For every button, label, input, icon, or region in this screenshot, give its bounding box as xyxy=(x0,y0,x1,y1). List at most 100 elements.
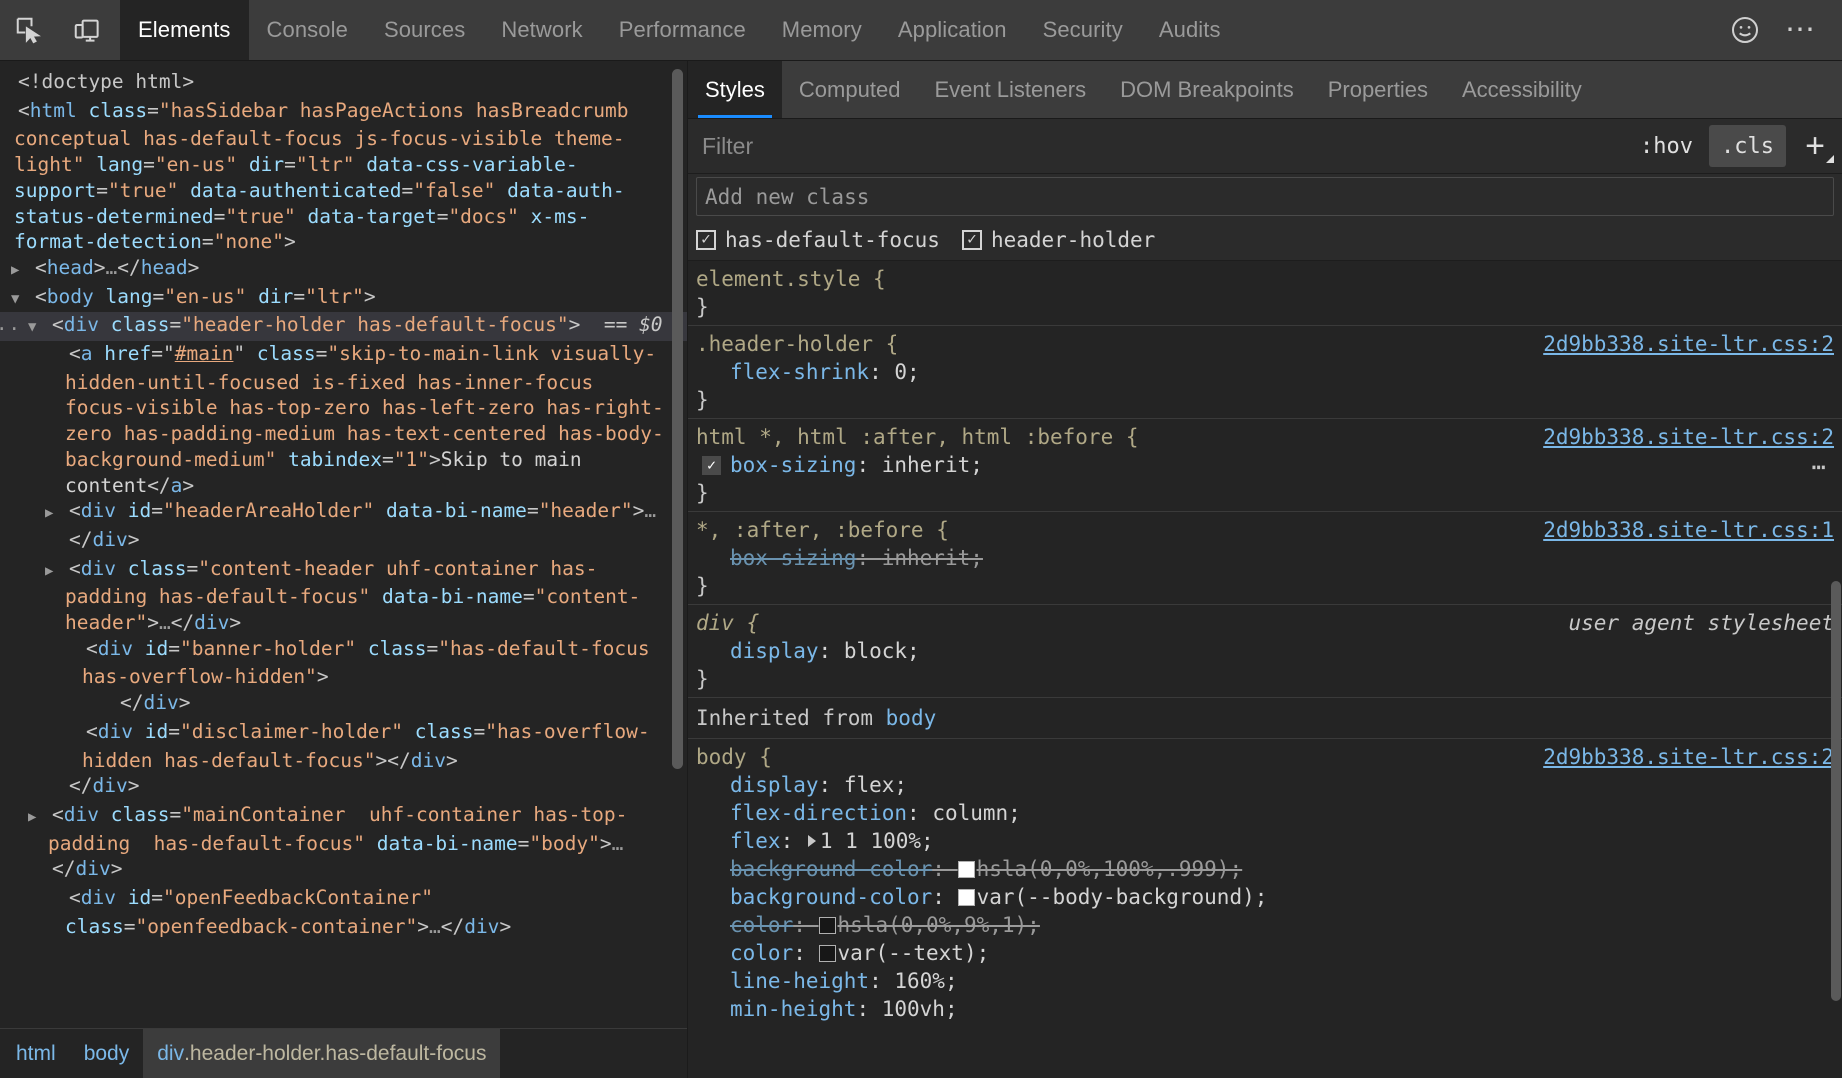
css-declaration[interactable]: line-height: 160%; xyxy=(696,967,1834,995)
expand-arrow-closed-icon[interactable]: ▶ xyxy=(21,258,35,284)
styles-scrollbar-thumb[interactable] xyxy=(1831,581,1841,1001)
css-rule-body: body { 2d9bb338.site-ltr.css:2display: fl… xyxy=(688,739,1842,1027)
dom-token-attr: lang xyxy=(96,153,143,176)
style-filter-input[interactable] xyxy=(688,119,1626,173)
breadcrumb-tag: div xyxy=(157,1042,184,1066)
sidebar-tab-event-listeners[interactable]: Event Listeners xyxy=(917,61,1103,118)
dom-node-line[interactable]: ..▼<div class="header-holder has-default… xyxy=(0,312,687,341)
css-selector[interactable]: *, :after, :before { xyxy=(696,516,949,544)
stylesheet-source-link[interactable]: 2d9bb338.site-ltr.css:1 xyxy=(1543,516,1834,544)
css-declaration[interactable]: background-color: var(--body-background)… xyxy=(696,883,1834,911)
color-swatch-icon[interactable] xyxy=(958,861,975,878)
smiley-face-icon[interactable] xyxy=(1722,7,1768,53)
tab-sources[interactable]: Sources xyxy=(366,0,483,60)
css-selector[interactable]: div { xyxy=(696,609,759,637)
dom-token-val: "header" xyxy=(539,499,633,522)
css-declaration[interactable]: color: hsla(0,0%,9%,1); xyxy=(696,911,1834,939)
dom-node-line[interactable]: <div id="openFeedbackContainer" class="o… xyxy=(0,885,687,939)
styles-scrollbar[interactable] xyxy=(1831,61,1841,1078)
color-swatch-icon[interactable] xyxy=(819,945,836,962)
expand-arrow-closed-icon[interactable]: ▶ xyxy=(38,805,52,831)
dom-node-line[interactable]: <div id="disclaimer-holder" class="has-o… xyxy=(0,719,687,773)
rule-overflow-dots[interactable]: ⋯ xyxy=(1812,453,1828,481)
dom-token-sp xyxy=(237,153,249,176)
dom-node-line[interactable]: <a href="#main" class="skip-to-main-link… xyxy=(0,341,687,498)
expand-shorthand-icon[interactable] xyxy=(808,835,816,847)
tab-console[interactable]: Console xyxy=(249,0,366,60)
dom-node-line[interactable]: <html class="hasSidebar hasPageActions h… xyxy=(0,98,687,255)
dom-node-line[interactable]: ▶<div class="content-header uhf-containe… xyxy=(0,556,687,636)
color-swatch-icon[interactable] xyxy=(958,889,975,906)
tab-performance[interactable]: Performance xyxy=(601,0,764,60)
dom-node-line[interactable]: </div> xyxy=(0,690,687,719)
dom-token-punc: < xyxy=(69,342,81,365)
tab-memory[interactable]: Memory xyxy=(764,0,880,60)
dom-scrollbar-thumb[interactable] xyxy=(672,69,683,769)
expand-arrow-open-icon[interactable]: ▼ xyxy=(21,287,35,313)
inherited-source-element[interactable]: body xyxy=(886,706,937,730)
dom-token-punc: = xyxy=(147,99,159,122)
css-declaration[interactable]: flex-shrink: 0; xyxy=(696,358,1834,386)
dom-node-line[interactable]: </div> xyxy=(0,856,687,885)
sidebar-tab-computed[interactable]: Computed xyxy=(782,61,918,118)
css-selector[interactable]: body { xyxy=(696,743,772,771)
sidebar-tab-styles[interactable]: Styles xyxy=(688,61,782,118)
dom-node-line[interactable]: ▼<body lang="en-us" dir="ltr"> xyxy=(0,284,687,313)
css-declaration[interactable]: color: var(--text); xyxy=(696,939,1834,967)
dom-node-line[interactable]: ▶<div id="headerAreaHolder" data-bi-name… xyxy=(0,498,687,527)
color-swatch-icon[interactable] xyxy=(819,917,836,934)
css-selector[interactable]: html *, html :after, html :before { xyxy=(696,423,1139,451)
breadcrumb-item-2[interactable]: div.header-holder.has-default-focus xyxy=(143,1029,500,1078)
css-declaration[interactable]: display: flex; xyxy=(696,771,1834,799)
class-toggle-has-default-focus[interactable]: ✓has-default-focus xyxy=(696,228,940,252)
dom-node-line[interactable]: <!doctype html> xyxy=(0,69,687,98)
class-toggle-header-holder[interactable]: ✓header-holder xyxy=(962,228,1155,252)
dom-tree-scrollbar[interactable] xyxy=(672,69,683,769)
tab-network[interactable]: Network xyxy=(483,0,600,60)
css-selector[interactable]: .header-holder { xyxy=(696,330,898,358)
checkbox-icon[interactable]: ✓ xyxy=(696,230,716,250)
stylesheet-source-link[interactable]: 2d9bb338.site-ltr.css:2 xyxy=(1543,423,1834,451)
css-declaration[interactable]: display: block; xyxy=(696,637,1834,665)
toggle-device-toolbar-icon[interactable] xyxy=(58,0,116,60)
dom-node-line[interactable]: </div> xyxy=(0,773,687,802)
dom-token-attr: class xyxy=(415,720,474,743)
no-arrow-spacer xyxy=(72,639,86,665)
expand-arrow-closed-icon[interactable]: ▶ xyxy=(55,501,69,527)
css-declaration[interactable]: flex: 1 1 100%; xyxy=(696,827,1834,855)
tab-audits[interactable]: Audits xyxy=(1141,0,1239,60)
dom-node-line[interactable]: ▶<head>…</head> xyxy=(0,255,687,284)
tab-elements[interactable]: Elements xyxy=(120,0,249,60)
css-rules-list[interactable]: element.style {}.header-holder {2d9bb338… xyxy=(688,261,1842,1078)
expand-arrow-closed-icon[interactable]: ▶ xyxy=(55,559,69,585)
dom-token-punc: " xyxy=(163,342,175,365)
css-declaration[interactable]: box-sizing: inherit; xyxy=(696,544,1834,572)
css-declaration[interactable]: background-color: hsla(0,0%,100%,.999); xyxy=(696,855,1834,883)
toggle-element-classes-button[interactable]: .cls xyxy=(1709,125,1786,167)
stylesheet-source-link[interactable]: 2d9bb338.site-ltr.css:2 xyxy=(1543,330,1834,358)
css-colon: : xyxy=(869,969,894,993)
declaration-checkbox-icon[interactable]: ✓ xyxy=(702,456,721,475)
dom-node-line[interactable]: ▶<div class="mainContainer uhf-container… xyxy=(0,802,687,856)
checkbox-icon[interactable]: ✓ xyxy=(962,230,982,250)
css-selector[interactable]: element.style { xyxy=(696,265,886,293)
toggle-pseudo-class-button[interactable]: :hov xyxy=(1628,125,1705,167)
breadcrumb-item-1[interactable]: body xyxy=(70,1029,144,1078)
sidebar-tab-properties[interactable]: Properties xyxy=(1311,61,1445,118)
expand-arrow-open-icon[interactable]: ▼ xyxy=(38,315,52,341)
css-declaration[interactable]: ✓box-sizing: inherit; xyxy=(696,451,1834,479)
sidebar-tab-dom-breakpoints[interactable]: DOM Breakpoints xyxy=(1103,61,1311,118)
sidebar-tab-accessibility[interactable]: Accessibility xyxy=(1445,61,1599,118)
add-new-class-input[interactable] xyxy=(696,177,1834,216)
dom-node-line[interactable]: <div id="banner-holder" class="has-defau… xyxy=(0,636,687,690)
tab-application[interactable]: Application xyxy=(880,0,1025,60)
breadcrumb-item-0[interactable]: html xyxy=(0,1029,70,1078)
dom-tree[interactable]: <!doctype html> <html class="hasSidebar … xyxy=(0,61,687,1028)
more-options-icon[interactable]: ⋯ xyxy=(1778,7,1824,53)
dom-node-line[interactable]: </div> xyxy=(0,527,687,556)
inspect-element-icon[interactable] xyxy=(0,0,58,60)
stylesheet-source-link[interactable]: 2d9bb338.site-ltr.css:2 xyxy=(1543,743,1834,771)
tab-security[interactable]: Security xyxy=(1025,0,1141,60)
css-declaration[interactable]: flex-direction: column; xyxy=(696,799,1834,827)
css-declaration[interactable]: min-height: 100vh; xyxy=(696,995,1834,1023)
